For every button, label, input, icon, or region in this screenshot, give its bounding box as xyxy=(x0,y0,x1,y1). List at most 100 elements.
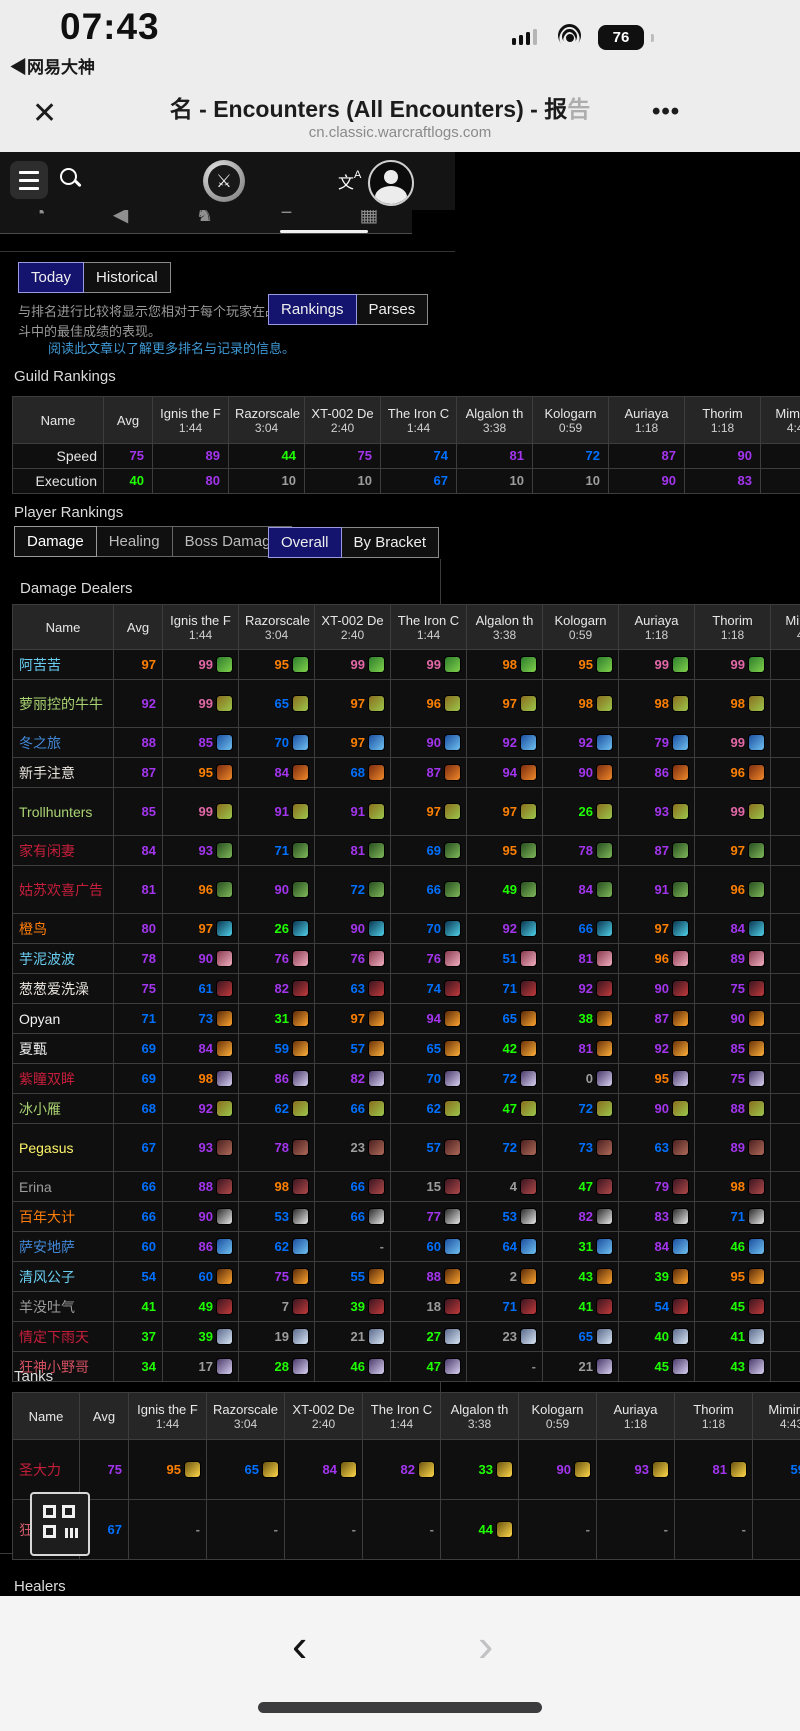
score-cell[interactable]: 66 xyxy=(315,1202,391,1232)
score-cell[interactable]: 84 xyxy=(285,1440,363,1500)
score-cell[interactable]: 90 xyxy=(163,1202,239,1232)
score-cell[interactable]: 47 xyxy=(391,1352,467,1382)
score-cell[interactable]: 49 xyxy=(467,866,543,914)
score-cell[interactable]: 45 xyxy=(695,1292,771,1322)
score-cell[interactable]: 73 xyxy=(543,1124,619,1172)
score-cell[interactable]: 23 xyxy=(467,1322,543,1352)
score-cell[interactable]: 92 xyxy=(467,914,543,944)
player-name-cell[interactable]: 冰小雁 xyxy=(13,1094,114,1124)
score-cell[interactable]: 94 xyxy=(391,1004,467,1034)
parses-button[interactable]: Parses xyxy=(357,294,429,325)
score-cell[interactable]: 85 xyxy=(761,444,800,469)
tab-icon-replay[interactable]: ▦ xyxy=(359,210,378,227)
score-cell[interactable]: 96 xyxy=(619,944,695,974)
player-name-cell[interactable]: Opyan xyxy=(13,1004,114,1034)
search-icon[interactable] xyxy=(60,168,84,192)
overall-button[interactable]: Overall xyxy=(268,527,342,558)
score-cell[interactable]: 75 xyxy=(239,1262,315,1292)
score-cell[interactable]: 75 xyxy=(695,974,771,1004)
historical-button[interactable]: Historical xyxy=(84,262,171,293)
score-cell[interactable]: - xyxy=(129,1500,207,1560)
score-cell[interactable]: 99 xyxy=(163,680,239,728)
score-cell[interactable]: 64 xyxy=(467,1232,543,1262)
score-cell[interactable]: 92 xyxy=(543,974,619,1004)
score-cell[interactable]: 90 xyxy=(519,1440,597,1500)
score-cell[interactable]: 86 xyxy=(619,758,695,788)
score-cell[interactable]: 76 xyxy=(239,944,315,974)
score-cell[interactable]: 59 xyxy=(771,1004,800,1034)
player-name-cell[interactable]: 圣大力 xyxy=(13,1440,80,1500)
score-cell[interactable]: 95 xyxy=(543,650,619,680)
score-cell[interactable]: 68 xyxy=(315,758,391,788)
read-article-link[interactable]: 阅读此文章以了解更多排名与记录的信息。 xyxy=(48,338,295,357)
score-cell[interactable]: - xyxy=(315,1232,391,1262)
score-cell[interactable]: 97 xyxy=(391,788,467,836)
score-cell[interactable]: 98 xyxy=(695,1172,771,1202)
score-cell[interactable]: 62 xyxy=(239,1094,315,1124)
score-cell[interactable]: 89 xyxy=(695,1124,771,1172)
score-cell[interactable]: 26 xyxy=(543,788,619,836)
score-cell[interactable]: 10 xyxy=(229,469,305,494)
score-cell[interactable]: 76 xyxy=(391,944,467,974)
score-cell[interactable]: 90 xyxy=(315,914,391,944)
score-cell[interactable]: 92 xyxy=(467,728,543,758)
score-cell[interactable]: 33 xyxy=(441,1440,519,1500)
player-name-cell[interactable]: Trollhunters xyxy=(13,788,114,836)
score-cell[interactable]: 97 xyxy=(467,788,543,836)
score-cell[interactable]: 95 xyxy=(129,1440,207,1500)
score-cell[interactable]: - xyxy=(753,1500,800,1560)
score-cell[interactable]: - xyxy=(675,1500,753,1560)
score-cell[interactable]: 65 xyxy=(543,1322,619,1352)
score-cell[interactable]: 86 xyxy=(163,1232,239,1262)
tab-icon-overview[interactable]: ◔ xyxy=(34,210,46,227)
score-cell[interactable]: 74 xyxy=(381,444,457,469)
score-cell[interactable]: 75 xyxy=(771,1034,800,1064)
player-name-cell[interactable]: 羊没吐气 xyxy=(13,1292,114,1322)
score-cell[interactable]: 28 xyxy=(239,1352,315,1382)
score-cell[interactable]: 82 xyxy=(315,1064,391,1094)
score-cell[interactable]: 71 xyxy=(695,1202,771,1232)
score-cell[interactable]: 80 xyxy=(153,469,229,494)
score-cell[interactable]: 76 xyxy=(315,944,391,974)
score-cell[interactable]: 91 xyxy=(771,728,800,758)
score-cell[interactable]: 93 xyxy=(597,1440,675,1500)
player-name-cell[interactable]: 夏甄 xyxy=(13,1034,114,1064)
score-cell[interactable]: 98 xyxy=(467,650,543,680)
score-cell[interactable]: 72 xyxy=(467,1064,543,1094)
score-cell[interactable]: 73 xyxy=(163,1004,239,1034)
score-cell[interactable]: 83 xyxy=(685,469,761,494)
score-cell[interactable]: 99 xyxy=(315,650,391,680)
score-cell[interactable]: 66 xyxy=(315,1172,391,1202)
score-cell[interactable]: 31 xyxy=(239,1004,315,1034)
app-qr-widget[interactable] xyxy=(30,1492,90,1556)
score-cell[interactable]: 90 xyxy=(239,866,315,914)
score-cell[interactable]: 81 xyxy=(315,836,391,866)
by-bracket-button[interactable]: By Bracket xyxy=(342,527,440,558)
score-cell[interactable]: 27 xyxy=(391,1322,467,1352)
score-cell[interactable]: 40 xyxy=(619,1322,695,1352)
today-button[interactable]: Today xyxy=(18,262,84,293)
player-name-cell[interactable]: 紫瞳双眸 xyxy=(13,1064,114,1094)
score-cell[interactable]: 75 xyxy=(695,1064,771,1094)
score-cell[interactable]: 98 xyxy=(695,680,771,728)
score-cell[interactable]: 43 xyxy=(695,1352,771,1382)
score-cell[interactable]: 46 xyxy=(315,1352,391,1382)
tab-damage[interactable]: Damage xyxy=(14,526,97,557)
score-cell[interactable]: 78 xyxy=(239,1124,315,1172)
score-cell[interactable]: 99 xyxy=(695,788,771,836)
score-cell[interactable]: 90 xyxy=(543,758,619,788)
score-cell[interactable]: 19 xyxy=(239,1322,315,1352)
score-cell[interactable]: 63 xyxy=(315,974,391,1004)
score-cell[interactable]: 90 xyxy=(619,974,695,1004)
score-cell[interactable]: 72 xyxy=(467,1124,543,1172)
score-cell[interactable]: 91 xyxy=(619,866,695,914)
score-cell[interactable]: 90 xyxy=(163,944,239,974)
score-cell[interactable]: 97 xyxy=(315,1004,391,1034)
tab-icon-rankings[interactable]: − xyxy=(281,210,293,227)
score-cell[interactable]: 42 xyxy=(467,1034,543,1064)
score-cell[interactable]: 87 xyxy=(619,836,695,866)
player-name-cell[interactable]: 清风公子 xyxy=(13,1262,114,1292)
score-cell[interactable]: 81 xyxy=(543,1034,619,1064)
score-cell[interactable]: 55 xyxy=(315,1262,391,1292)
score-cell[interactable]: 10 xyxy=(761,469,800,494)
